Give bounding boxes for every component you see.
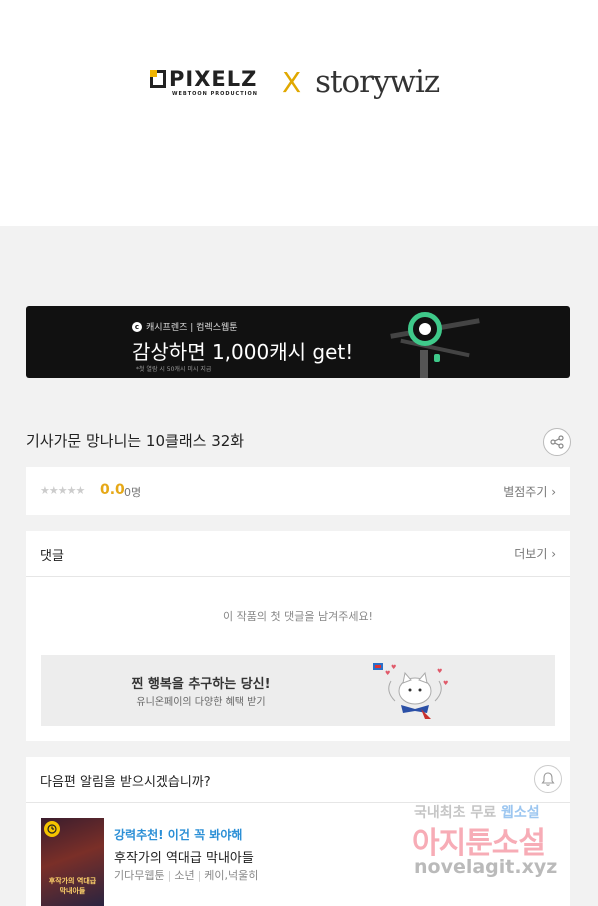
rating-count: 0명 (124, 486, 142, 499)
cat-mascot-icon: ♥ ♥ ♥ ♥ (373, 663, 448, 719)
empty-comments-message: 이 작품의 첫 댓글을 남겨주세요! (223, 610, 373, 623)
svg-text:♥: ♥ (443, 680, 448, 687)
recommendation-meta: 기다무웹툰 | 소년 | 케이,넉울히 (114, 869, 259, 882)
comments-more-link[interactable]: 더보기 › (514, 545, 556, 562)
robot-eye-icon (408, 312, 442, 346)
ad-brand: c 캐시프렌즈 | 컴렉스웹툰 (132, 320, 238, 333)
logo-separator: X (281, 65, 302, 99)
ad-note: *첫 열람 시 50캐시 미시 지급 (136, 366, 212, 373)
ad-headline: 감상하면 1,000캐시 get! (132, 340, 354, 364)
top-banner: PIXELZ WEBTOON PRODUCTION X storywiz (0, 0, 598, 226)
recommendation-genre: 기다무웹툰 (114, 869, 165, 882)
share-icon (550, 435, 564, 449)
partner-logos: PIXELZ WEBTOON PRODUCTION X storywiz (150, 62, 440, 102)
rating-stars-icon: ★★★★★ (40, 484, 85, 497)
comment-card: 댓글 더보기 › 이 작품의 첫 댓글을 남겨주세요! 찐 행복을 추구하는 당… (26, 531, 570, 741)
cover-title-art: 후작가의 역대급 막내아들 (48, 877, 97, 895)
recommended-webtoon-cover[interactable]: 후작가의 역대급 막내아들 (41, 818, 104, 906)
recommendation-title[interactable]: 후작가의 역대급 막내아들 (114, 847, 254, 866)
rating-score: 0.0 (100, 482, 125, 498)
bell-icon (541, 772, 555, 786)
pixelz-logo: PIXELZ WEBTOON PRODUCTION (150, 67, 258, 97)
unionpay-promo-banner[interactable]: 찐 행복을 추구하는 당신! 유니온페이의 다양한 혜택 받기 ♥ ♥ ♥ ♥ (41, 655, 555, 726)
divider (26, 576, 570, 577)
pixelz-subtitle: WEBTOON PRODUCTION (172, 91, 258, 97)
ad-robot-illustration (370, 306, 490, 378)
recommendation-authors: 케이,넉울히 (204, 869, 259, 882)
alarm-bell-button[interactable] (534, 765, 562, 793)
recommendation-tag: 강력추천! 이건 꼭 봐야해 (114, 828, 243, 842)
promo-subtitle: 유니온페이의 다양한 혜택 받기 (136, 697, 266, 708)
svg-text:♥: ♥ (437, 668, 442, 675)
watermark-line3: novelagit.xyz (414, 856, 558, 878)
pixelz-mark-icon (150, 70, 166, 88)
ad-brand-label: 캐시프렌즈 | 컴렉스웹툰 (146, 323, 238, 333)
svg-text:♥: ♥ (391, 664, 396, 671)
rate-button[interactable]: 별점주기 › (503, 483, 556, 500)
storywiz-logo: storywiz (315, 64, 440, 100)
promo-title: 찐 행복을 추구하는 당신! (131, 677, 271, 692)
cash-friends-icon: c (132, 321, 142, 332)
site-watermark: 국내최초 무료 웹소설 아지툰소설 novelagit.xyz (412, 800, 582, 890)
rating-card: ★★★★★ 0.0 0명 별점주기 › (26, 467, 570, 515)
svg-text:♥: ♥ (385, 670, 390, 677)
share-button[interactable] (543, 428, 571, 456)
recommendation-audience: 소년 (174, 869, 195, 882)
cash-ad-banner[interactable]: c 캐시프렌즈 | 컴렉스웹툰 감상하면 1,000캐시 get! *첫 열람 … (26, 306, 570, 378)
wait-free-clock-icon (44, 821, 60, 837)
alarm-question: 다음편 알림을 받으시겠습니까? (40, 775, 211, 790)
episode-title: 기사가문 망나니는 10클래스 32화 (26, 432, 245, 450)
comment-section-title: 댓글 (40, 549, 64, 564)
pixelz-wordmark: PIXELZ (169, 67, 258, 91)
